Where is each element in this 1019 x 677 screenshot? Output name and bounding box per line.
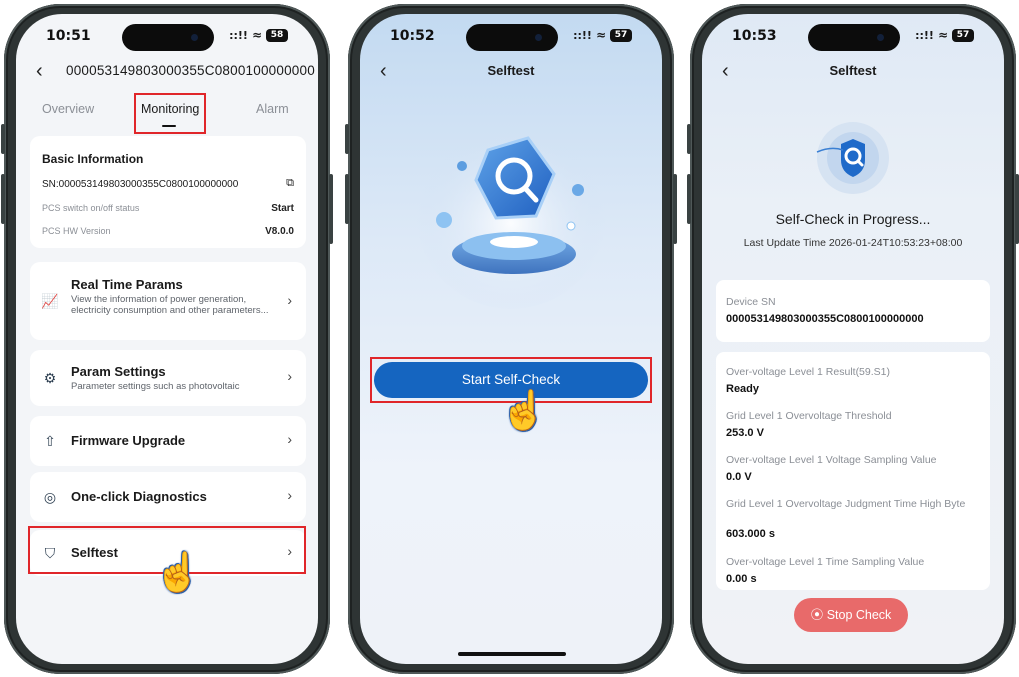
side-button	[345, 124, 349, 154]
scanning-shield-icon	[816, 122, 889, 194]
monitor-chart-icon: 📈	[41, 293, 59, 309]
settings-doc-icon: ⚙	[43, 370, 57, 386]
status-icons: ::!! ≈ 57	[573, 28, 632, 42]
item-label: Grid Level 1 Overvoltage Judgment Time H…	[726, 498, 966, 510]
menu-item-param-settings[interactable]: ⚙ Param Settings Parameter settings such…	[30, 350, 306, 406]
menu-desc: View the information of power generation…	[71, 294, 269, 316]
status-icons: ::!! ≈ 57	[915, 28, 974, 42]
side-button	[1015, 174, 1019, 244]
device-card: Device SN 000053149803000355C08001000000…	[716, 280, 990, 342]
highlight-box	[134, 93, 206, 134]
item-label: Over-voltage Level 1 Voltage Sampling Va…	[726, 454, 937, 466]
wifi-icon: ≈	[937, 28, 948, 42]
status-time: 10:52	[390, 28, 435, 44]
screen: 10:51 ::!! ≈ 58 ‹ 000053149803000355C080…	[16, 14, 318, 664]
page-title: Selftest	[487, 63, 535, 78]
side-button	[329, 174, 333, 244]
status-icons: ::!! ≈ 58	[229, 28, 288, 42]
battery-icon: 57	[952, 28, 974, 42]
info-row: PCS HW Version V8.0.0	[42, 226, 294, 237]
basic-info-card: Basic Information SN:000053149803000355C…	[30, 136, 306, 248]
status-time: 10:53	[732, 28, 777, 44]
menu-title: Firmware Upgrade	[71, 433, 186, 448]
sn-value: SN:000053149803000355C0800100000000	[42, 179, 239, 190]
nav-bar: ‹ 000053149803000355C0800100000000	[16, 58, 318, 88]
tab-overview[interactable]: Overview	[42, 102, 94, 116]
menu-item-firmware-upgrade[interactable]: ⇧ Firmware Upgrade ›	[30, 416, 306, 466]
tab-alarm[interactable]: Alarm	[256, 102, 289, 116]
sn-row: SN:000053149803000355C0800100000000 ⧉	[42, 177, 294, 190]
wifi-icon: ≈	[251, 28, 262, 42]
signal-icon: ::!!	[915, 28, 934, 42]
menu-item-one-click-diagnostics[interactable]: ◎ One-click Diagnostics ›	[30, 472, 306, 522]
item-label: Over-voltage Level 1 Time Sampling Value	[726, 556, 925, 568]
stop-check-label: Stop Check	[826, 608, 892, 622]
selftest-illustration-icon	[416, 119, 606, 309]
chevron-right-icon: ›	[287, 431, 292, 447]
menu-desc: Parameter settings such as photovoltaic	[71, 381, 240, 392]
menu-title: Real Time Params	[71, 277, 183, 292]
menu-title: Param Settings	[71, 364, 166, 379]
nav-bar: ‹ Selftest	[360, 58, 662, 88]
dynamic-island	[808, 24, 900, 51]
stop-circle-icon: ⦿	[810, 608, 824, 622]
phone-selftest-start: 10:52 ::!! ≈ 57 ‹ Selftest Start Self-Ch…	[345, 4, 677, 674]
info-label: PCS switch on/off status	[42, 203, 140, 213]
side-button	[673, 174, 677, 244]
check-items-list[interactable]: Over-voltage Level 1 Result(59.S1) Ready…	[716, 352, 990, 590]
phone-selftest-progress: 10:53 ::!! ≈ 57 ‹ Selftest Self-Check in…	[687, 4, 1019, 674]
dynamic-island	[466, 24, 558, 51]
device-sn-label: Device SN	[726, 296, 776, 308]
screen: 10:52 ::!! ≈ 57 ‹ Selftest Start Self-Ch…	[360, 14, 662, 664]
dynamic-island	[122, 24, 214, 51]
item-value: Ready	[726, 383, 760, 395]
status-time: 10:51	[46, 28, 91, 44]
chevron-right-icon: ›	[287, 368, 292, 384]
side-button	[1, 124, 5, 154]
menu-item-real-time-params[interactable]: 📈 Real Time Params View the information …	[30, 262, 306, 340]
phone-monitoring: 10:51 ::!! ≈ 58 ‹ 000053149803000355C080…	[1, 4, 333, 674]
side-button	[687, 124, 691, 154]
copy-icon[interactable]: ⧉	[286, 177, 294, 190]
info-label: PCS HW Version	[42, 226, 111, 236]
page-title: 000053149803000355C0800100000000	[66, 63, 315, 78]
item-value: 0.00 s	[726, 573, 757, 585]
info-row: PCS switch on/off status Start	[42, 203, 294, 214]
signal-icon: ::!!	[229, 28, 248, 42]
last-update-time: Last Update Time 2026-01-24T10:53:23+08:…	[743, 237, 963, 249]
menu-title: One-click Diagnostics	[71, 489, 207, 504]
side-button	[687, 174, 691, 224]
item-value: 603.000 s	[726, 528, 775, 540]
screen: 10:53 ::!! ≈ 57 ‹ Selftest Self-Check in…	[702, 14, 1004, 664]
nav-bar: ‹ Selftest	[702, 58, 1004, 88]
pointer-hand-icon: ☝	[500, 390, 548, 432]
pointer-hand-icon: ☝	[154, 552, 202, 594]
page-title: Selftest	[829, 63, 877, 78]
basic-info-title: Basic Information	[42, 152, 144, 166]
chevron-right-icon: ›	[287, 292, 292, 308]
info-value: Start	[271, 203, 294, 214]
stop-check-button[interactable]: ⦿ Stop Check	[794, 598, 908, 632]
wifi-icon: ≈	[595, 28, 606, 42]
progress-title: Self-Check in Progress...	[775, 211, 931, 227]
item-label: Over-voltage Level 1 Result(59.S1)	[726, 366, 890, 378]
item-value: 253.0 V	[726, 427, 764, 439]
item-label: Grid Level 1 Overvoltage Threshold	[726, 410, 892, 422]
device-sn-value: 000053149803000355C0800100000000	[726, 313, 924, 325]
home-indicator	[458, 652, 566, 656]
side-button	[1, 174, 5, 224]
side-button	[345, 174, 349, 224]
chevron-right-icon: ›	[287, 487, 292, 503]
item-value: 0.0 V	[726, 471, 752, 483]
diagnostics-icon: ◎	[43, 489, 57, 505]
back-arrow-icon[interactable]: ‹	[36, 60, 43, 83]
info-value: V8.0.0	[265, 226, 294, 237]
upgrade-icon: ⇧	[44, 433, 56, 449]
battery-icon: 58	[266, 28, 288, 42]
signal-icon: ::!!	[573, 28, 592, 42]
battery-icon: 57	[610, 28, 632, 42]
